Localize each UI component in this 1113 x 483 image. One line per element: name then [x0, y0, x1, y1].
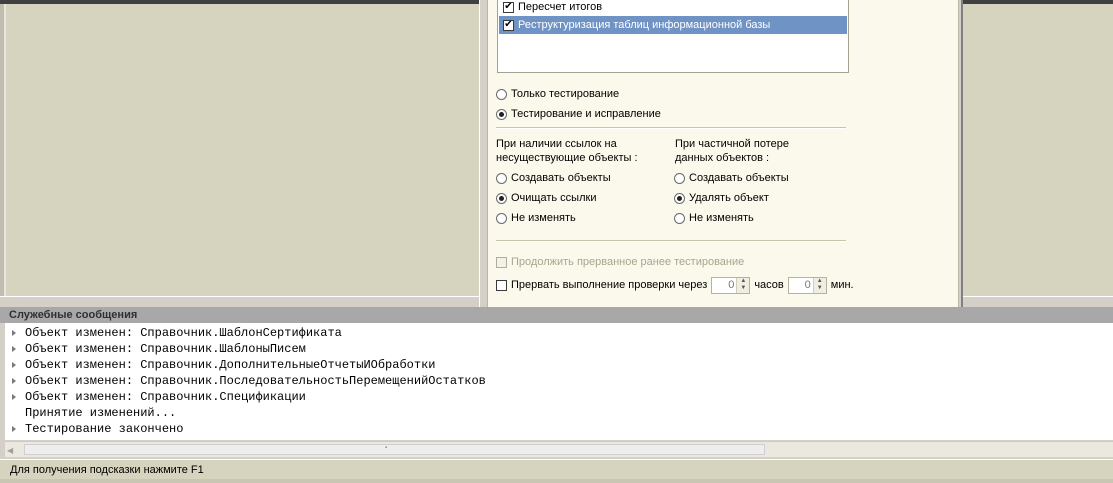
minutes-value[interactable]: 0	[789, 278, 813, 293]
check-item-recalc-totals[interactable]: ✔ Пересчет итогов	[499, 0, 847, 16]
radio-label: Не изменять	[511, 212, 576, 224]
spin-up-icon[interactable]: ▲	[814, 278, 826, 286]
status-bar-bottom-edge	[0, 479, 1113, 483]
message-text: Объект изменен: Справочник.ШаблонСертифи…	[25, 326, 342, 340]
check-options-list[interactable]: ✔ Пересчет итогов ✔ Реструктуризация таб…	[497, 0, 849, 73]
message-text: Объект изменен: Справочник.Спецификации	[25, 390, 306, 404]
messages-horizontal-scrollbar[interactable]: ◀ ▪	[5, 441, 1113, 457]
hours-value[interactable]: 0	[712, 278, 736, 293]
radio-button[interactable]	[674, 172, 685, 184]
radio-button[interactable]	[496, 108, 507, 120]
workspace-left-highlight	[4, 4, 6, 298]
radio-button[interactable]	[674, 192, 685, 204]
minutes-spin-buttons[interactable]: ▲ ▼	[812, 277, 826, 293]
radio-refs-nochange[interactable]: Не изменять	[496, 210, 576, 226]
spin-up-icon[interactable]: ▲	[737, 278, 749, 286]
status-bar: Для получения подсказки нажмите F1	[0, 459, 1113, 479]
spin-down-icon[interactable]: ▼	[814, 285, 826, 293]
test-and-repair-dialog: ✔ Пересчет итогов ✔ Реструктуризация таб…	[479, 0, 963, 320]
hours-spin-buttons[interactable]: ▲ ▼	[736, 277, 750, 293]
radio-button[interactable]	[496, 172, 507, 184]
expand-marker-icon	[12, 330, 16, 336]
scroll-left-icon[interactable]: ◀	[7, 446, 13, 455]
separator	[496, 240, 846, 242]
radio-label: Создавать объекты	[689, 172, 789, 184]
spin-down-icon[interactable]: ▼	[737, 285, 749, 293]
message-row[interactable]: Объект изменен: Справочник.Спецификации	[5, 389, 306, 405]
radio-label: Очищать ссылки	[511, 192, 597, 204]
message-text: Объект изменен: Справочник.Последователь…	[25, 374, 486, 388]
radio-refs-create[interactable]: Создавать объекты	[496, 170, 611, 186]
check-item-label: Пересчет итогов	[518, 1, 603, 13]
interrupt-label: Прервать выполнение проверки через	[511, 279, 708, 291]
message-row[interactable]: Принятие изменений...	[5, 405, 176, 421]
radio-test-and-fix[interactable]: Тестирование и исправление	[496, 106, 661, 122]
separator	[496, 127, 846, 129]
message-text: Тестирование закончено	[25, 422, 184, 436]
radio-partial-nochange[interactable]: Не изменять	[674, 210, 754, 226]
minutes-stepper[interactable]: 0 ▲ ▼	[787, 276, 827, 294]
partial-heading: При частичной потере данных объектов :	[675, 137, 789, 165]
partial-heading-line1: При частичной потере	[675, 138, 789, 150]
minutes-unit: мин.	[830, 279, 854, 291]
radio-button[interactable]	[496, 88, 507, 100]
hours-stepper[interactable]: 0 ▲ ▼	[711, 276, 751, 294]
dialog-content: ✔ Пересчет итогов ✔ Реструктуризация таб…	[487, 0, 959, 310]
message-text: Объект изменен: Справочник.ШаблоныПисем	[25, 342, 306, 356]
message-row[interactable]: Объект изменен: Справочник.ШаблоныПисем	[5, 341, 306, 357]
radio-refs-clear[interactable]: Очищать ссылки	[496, 190, 596, 206]
scrollbar-thumb[interactable]	[24, 444, 765, 455]
radio-label: Не изменять	[689, 212, 754, 224]
interrupt-after-option[interactable]: Прервать выполнение проверки через 0 ▲ ▼…	[496, 276, 854, 294]
continue-label: Продолжить прерванное ранее тестирование	[511, 256, 745, 268]
interrupt-checkbox[interactable]	[496, 279, 507, 291]
status-hint: Для получения подсказки нажмите F1	[10, 464, 204, 476]
check-restructure-checkbox[interactable]: ✔	[503, 19, 514, 31]
message-row[interactable]: Объект изменен: Справочник.Последователь…	[5, 373, 486, 389]
expand-marker-icon	[12, 362, 16, 368]
messages-panel-title: Служебные сообщения	[0, 307, 1113, 323]
partial-heading-line2: данных объектов :	[675, 152, 770, 164]
radio-label: Удалять объект	[689, 192, 769, 204]
continue-interrupted-option[interactable]: Продолжить прерванное ранее тестирование	[496, 254, 744, 270]
radio-partial-delete[interactable]: Удалять объект	[674, 190, 769, 206]
refs-heading: При наличии ссылок на несуществующие объ…	[496, 137, 638, 165]
radio-label: Только тестирование	[511, 88, 620, 100]
message-text: Объект изменен: Справочник.Дополнительны…	[25, 358, 436, 372]
radio-only-test[interactable]: Только тестирование	[496, 86, 619, 102]
refs-heading-line1: При наличии ссылок на	[496, 138, 617, 150]
refs-heading-line2: несуществующие объекты :	[496, 152, 638, 164]
radio-button[interactable]	[496, 212, 507, 224]
radio-partial-create[interactable]: Создавать объекты	[674, 170, 789, 186]
radio-label: Тестирование и исправление	[511, 108, 661, 120]
message-row[interactable]: Объект изменен: Справочник.Дополнительны…	[5, 357, 435, 373]
expand-marker-icon	[12, 346, 16, 352]
hours-unit: часов	[754, 279, 784, 291]
radio-label: Создавать объекты	[511, 172, 611, 184]
check-item-label: Реструктуризация таблиц информационной б…	[518, 19, 771, 31]
expand-marker-icon	[12, 394, 16, 400]
expand-marker-icon	[12, 426, 16, 432]
radio-button[interactable]	[496, 192, 507, 204]
message-text: Принятие изменений...	[25, 406, 177, 420]
expand-marker-icon	[12, 378, 16, 384]
radio-button[interactable]	[674, 212, 685, 224]
scrollbar-grip-icon: ▪	[385, 445, 388, 451]
message-row[interactable]: Тестирование закончено	[5, 421, 183, 437]
continue-checkbox[interactable]	[496, 256, 507, 268]
expand-marker-icon	[12, 410, 16, 416]
messages-list[interactable]: Объект изменен: Справочник.ШаблонСертифи…	[5, 323, 1113, 440]
check-item-restructure-tables[interactable]: ✔ Реструктуризация таблиц информационной…	[499, 16, 847, 34]
message-row[interactable]: Объект изменен: Справочник.ШаблонСертифи…	[5, 325, 342, 341]
check-recalc-totals-checkbox[interactable]: ✔	[503, 1, 514, 13]
